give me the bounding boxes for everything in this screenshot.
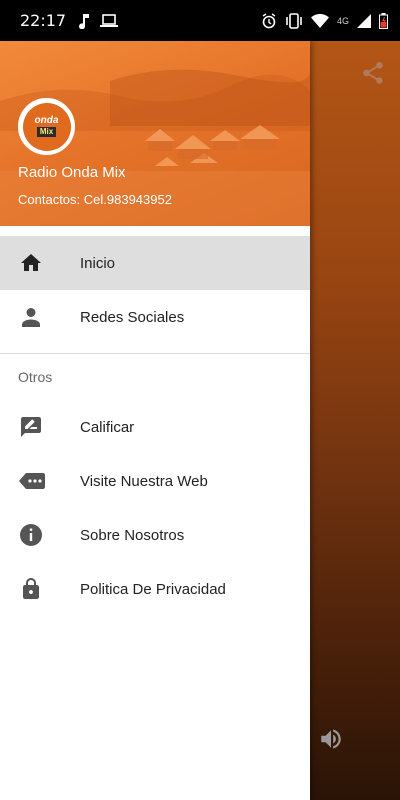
menu-item-calificar[interactable]: Calificar [0, 400, 310, 454]
logo-text-top: onda [34, 115, 59, 126]
section-title-otros: Otros [18, 369, 53, 385]
signal-icon [357, 13, 371, 28]
drawer-header: onda Mix Radio Onda Mix Contactos: Cel.9… [0, 41, 310, 226]
menu-item-sobre-nosotros[interactable]: Sobre Nosotros [0, 508, 310, 562]
home-icon [19, 251, 43, 275]
logo-text-bottom: Mix [36, 127, 57, 137]
menu-item-label: Calificar [80, 418, 135, 436]
music-note-icon [78, 13, 90, 29]
web-icon [19, 469, 45, 493]
vibrate-icon [285, 12, 303, 29]
station-logo: onda Mix [18, 98, 75, 155]
menu-item-redes-sociales[interactable]: Redes Sociales [0, 290, 310, 344]
alarm-icon [261, 12, 277, 29]
menu-item-visite-nuestra-web[interactable]: Visite Nuestra Web [0, 454, 310, 508]
info-icon [19, 523, 43, 547]
network-label: 4G [336, 15, 349, 26]
navigation-drawer: onda Mix Radio Onda Mix Contactos: Cel.9… [0, 41, 310, 800]
status-bar: 22:17 4G [0, 0, 400, 41]
status-time: 22:17 [20, 11, 67, 30]
lock-icon [19, 577, 43, 601]
menu-item-label: Inicio [80, 254, 116, 272]
volume-icon[interactable] [318, 726, 344, 757]
menu-item-label: Sobre Nosotros [80, 526, 185, 544]
laptop-icon [100, 13, 119, 28]
wifi-icon [310, 13, 329, 28]
background-app[interactable] [310, 41, 400, 800]
menu-item-label: Redes Sociales [80, 308, 185, 326]
rate-review-icon [19, 415, 43, 439]
battery-icon [379, 12, 388, 29]
menu-item-politica-de-privacidad[interactable]: Politica De Privacidad [0, 562, 310, 616]
menu-item-label: Visite Nuestra Web [80, 472, 208, 490]
station-contact: Contactos: Cel.983943952 [18, 192, 172, 207]
station-name: Radio Onda Mix [18, 164, 126, 181]
menu-item-label: Politica De Privacidad [80, 580, 226, 598]
share-icon[interactable] [360, 60, 386, 91]
person-icon [19, 305, 43, 329]
menu-item-inicio[interactable]: Inicio [0, 236, 310, 290]
